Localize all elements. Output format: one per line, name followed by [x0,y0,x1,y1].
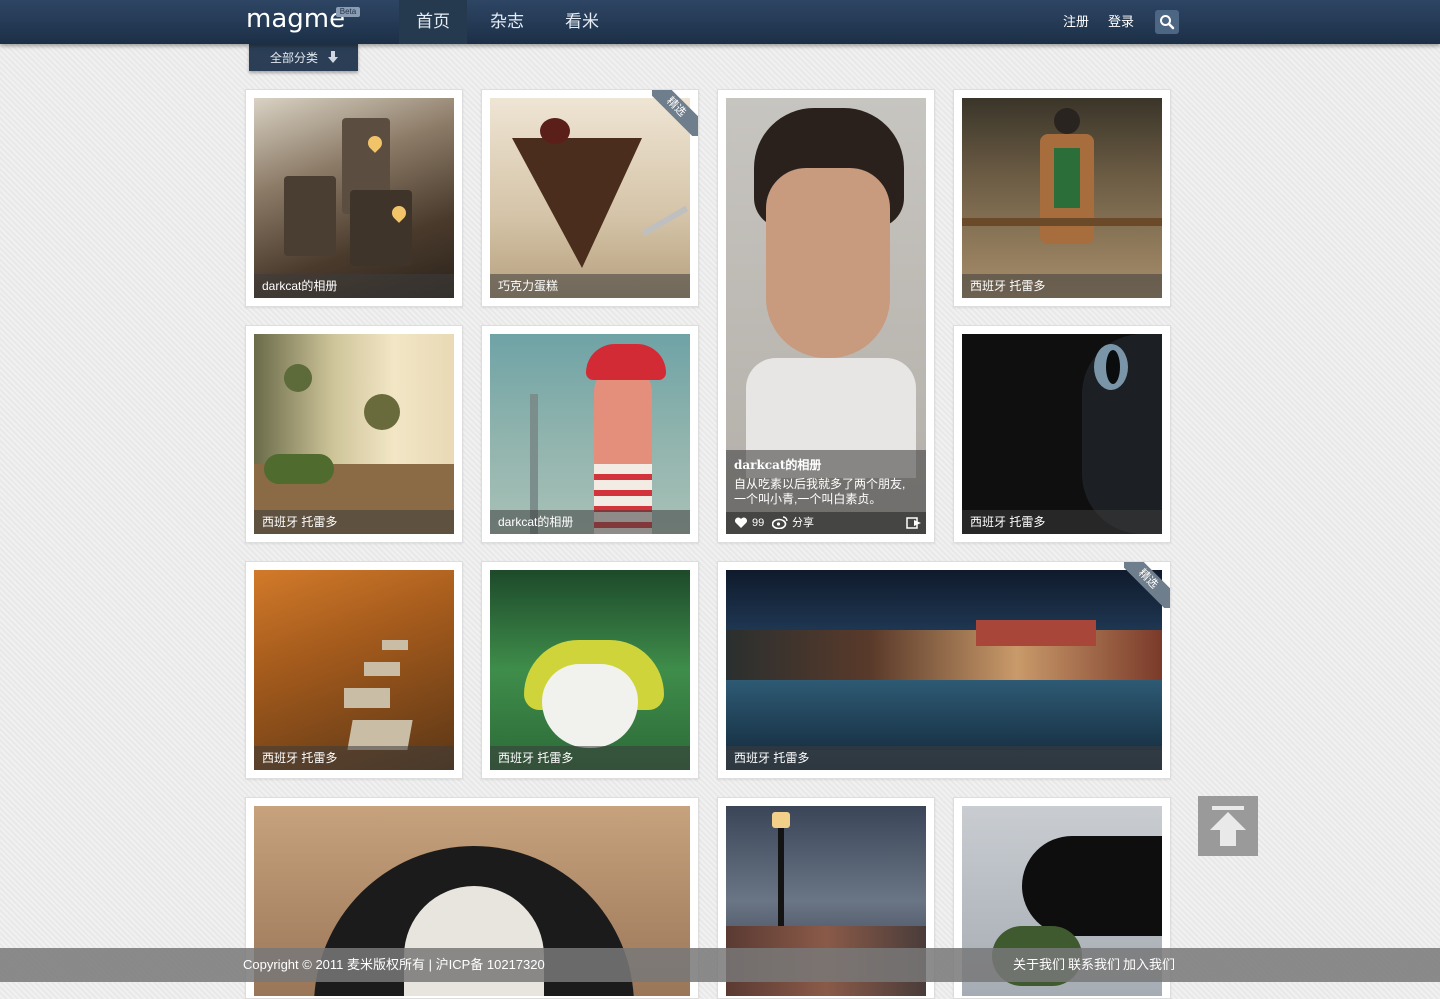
photo-sunroom[interactable]: 西班牙 托雷多 [254,334,454,534]
photo-carnival-mask[interactable]: 西班牙 托雷多 [490,570,690,770]
nav-magazine[interactable]: 杂志 [475,0,539,44]
top-navigation-bar: magme Beta 首页 杂志 看米 注册 登录 [0,0,1440,44]
weibo-icon[interactable] [772,516,788,529]
photo-card[interactable]: 西班牙 托雷多 [245,561,463,779]
featured-action-bar: 99 分享 [726,512,926,534]
category-dropdown[interactable]: 全部分类 [249,44,358,71]
nav-kanmi[interactable]: 看米 [550,0,614,44]
featured-photo-card[interactable]: darkcat的相册 自从吃素以后我就多了两个朋友, 一个叫小青,一个叫白素贞。… [717,89,935,543]
register-link[interactable]: 注册 [1063,0,1089,44]
photo-caption: 西班牙 托雷多 [490,746,690,770]
search-button[interactable] [1155,10,1179,34]
copyright-text: Copyright © 2011 麦米版权所有 | 沪ICP备 10217320 [243,957,545,972]
featured-ribbon: 精选 [652,90,698,136]
like-count: 99 [752,517,765,529]
featured-ribbon: 精选 [1124,562,1170,608]
search-icon [1160,15,1175,30]
photo-card[interactable]: darkcat的相册 [481,325,699,543]
photo-caption: 西班牙 托雷多 [254,746,454,770]
photo-caption: 西班牙 托雷多 [962,274,1162,298]
photo-card[interactable]: darkcat的相册 [245,89,463,307]
login-link[interactable]: 登录 [1108,0,1134,44]
photo-black-cat[interactable]: 西班牙 托雷多 [962,334,1162,534]
arrow-down-icon [328,51,338,63]
featured-description-2: 一个叫小青,一个叫白素贞。 [734,492,882,506]
photo-card[interactable]: 西班牙 托雷多 [245,325,463,543]
photo-stepping-stones[interactable]: 西班牙 托雷多 [254,570,454,770]
nav-home[interactable]: 首页 [399,0,467,44]
contact-us-link[interactable]: 联系我们 [1068,948,1120,982]
photo-street-fashion[interactable]: 西班牙 托雷多 [962,98,1162,298]
beta-badge: Beta [336,7,360,17]
share-out-icon[interactable] [906,517,922,529]
photo-harbor-night[interactable]: 西班牙 托雷多 [726,570,1162,770]
photo-portrait[interactable]: darkcat的相册 自从吃素以后我就多了两个朋友, 一个叫小青,一个叫白素贞。… [726,98,926,534]
share-label[interactable]: 分享 [792,512,814,534]
back-to-top-icon [1210,806,1246,846]
footer-bar: Copyright © 2011 麦米版权所有 | 沪ICP备 10217320… [0,948,1440,982]
photo-caption: 西班牙 托雷多 [726,746,1162,770]
featured-author[interactable]: darkcat的相册 [734,456,918,473]
photo-card[interactable]: 西班牙 托雷多 [953,325,1171,543]
featured-caption: darkcat的相册 自从吃素以后我就多了两个朋友, 一个叫小青,一个叫白素贞。… [726,450,926,534]
photo-caption: darkcat的相册 [254,274,454,298]
logo[interactable]: magme [246,4,345,34]
photo-card-wide[interactable]: 西班牙 托雷多 精选 [717,561,1171,779]
photo-caption: 巧克力蛋糕 [490,274,690,298]
back-to-top-button[interactable] [1198,796,1258,856]
about-us-link[interactable]: 关于我们 [1013,948,1065,982]
photo-candles[interactable]: darkcat的相册 [254,98,454,298]
photo-card[interactable]: 西班牙 托雷多 [953,89,1171,307]
photo-card[interactable]: 西班牙 托雷多 [481,561,699,779]
category-label: 全部分类 [270,51,319,65]
join-us-link[interactable]: 加入我们 [1123,948,1175,982]
photo-finger-character[interactable]: darkcat的相册 [490,334,690,534]
photo-caption: 西班牙 托雷多 [254,510,454,534]
photo-card[interactable]: 巧克力蛋糕 精选 [481,89,699,307]
photo-caption: 西班牙 托雷多 [962,510,1162,534]
heart-icon[interactable] [734,517,748,529]
photo-caption: darkcat的相册 [490,510,690,534]
featured-description-1: 自从吃素以后我就多了两个朋友, [734,477,906,491]
